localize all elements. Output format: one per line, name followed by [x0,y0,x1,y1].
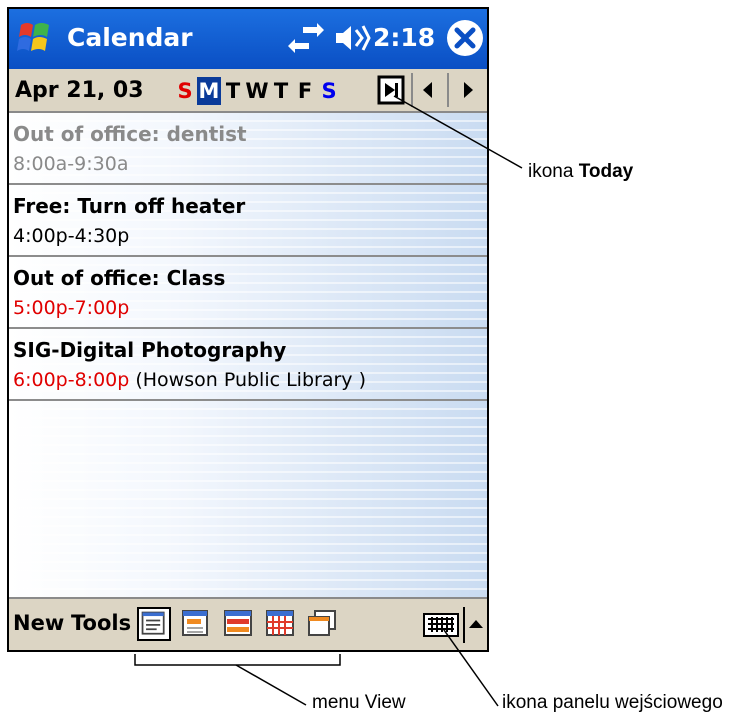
today-callout-prefix: ikona [528,161,579,182]
callout-lines [134,95,523,707]
view-menu-callout: menu View [312,692,406,713]
today-icon-callout: ikona Today [528,161,633,183]
input-panel-callout: ikona panelu wejściowego [502,692,723,713]
today-callout-bold: Today [578,161,634,182]
